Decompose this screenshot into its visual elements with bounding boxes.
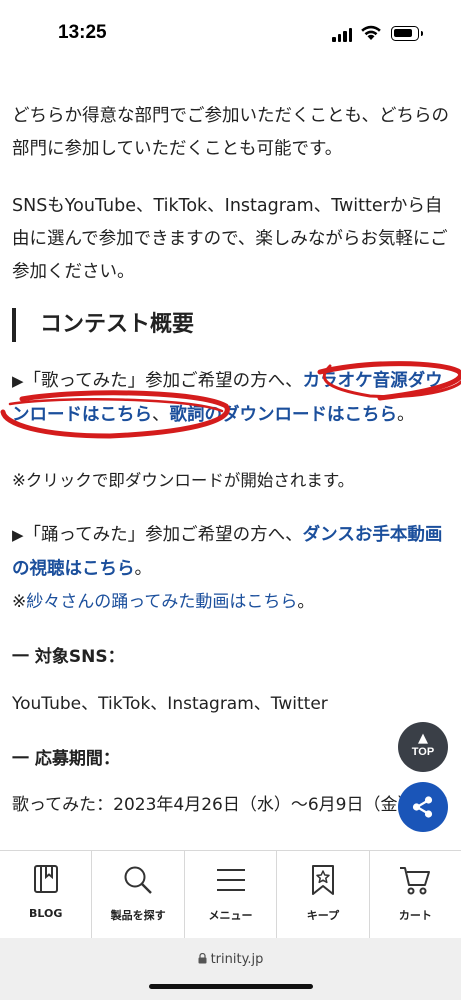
intro-paragraph-2: SNSもYouTube、TikTok、Instagram、Twitterから自由… bbox=[12, 196, 448, 282]
nav-label: 製品を探す bbox=[110, 909, 166, 922]
status-time: 13:25 bbox=[58, 22, 107, 43]
triangle-bullet-icon: ▶ bbox=[12, 372, 24, 390]
menu-icon bbox=[215, 863, 247, 897]
scroll-top-button[interactable]: ▲ TOP bbox=[398, 722, 448, 772]
dance-paragraph: ▶「踊ってみた」参加ご希望の方へ、ダンスお手本動画の視聴はこちら。 bbox=[12, 525, 443, 579]
search-icon bbox=[122, 863, 154, 897]
url-display[interactable]: trinity.jp bbox=[0, 952, 461, 967]
wifi-icon bbox=[361, 25, 381, 40]
target-sns-value: YouTube、TikTok、Instagram、Twitter bbox=[12, 694, 328, 714]
period-label: 一 応募期間： bbox=[12, 749, 120, 769]
nav-blog[interactable]: BLOG bbox=[0, 851, 93, 938]
bottom-navigation: BLOG 製品を探す メニュー キープ カート bbox=[0, 850, 461, 938]
status-bar: 13:25 bbox=[0, 0, 461, 66]
nav-search-products[interactable]: 製品を探す bbox=[92, 851, 185, 938]
nav-keep[interactable]: キープ bbox=[277, 851, 370, 938]
target-sns-label: 一 対象SNS： bbox=[12, 647, 125, 667]
triangle-bullet-icon: ▶ bbox=[12, 526, 24, 544]
nav-label: キープ bbox=[306, 909, 340, 922]
period-value: 歌ってみた：2023年4月26日（水）〜6月9日（金）まで bbox=[12, 795, 449, 815]
nav-label: メニュー bbox=[208, 909, 253, 922]
cart-icon bbox=[399, 863, 431, 897]
sasa-dance-video-link[interactable]: 紗々さんの踊ってみた動画はこちら bbox=[26, 592, 297, 612]
nav-menu[interactable]: メニュー bbox=[185, 851, 278, 938]
up-arrow-icon: ▲ bbox=[418, 731, 428, 746]
sing-prefix: 「歌ってみた」参加ご希望の方へ、 bbox=[23, 371, 303, 391]
article-content[interactable]: どちらか得意な部門でご参加いただくことも、どちらの部門に参加していただくことも可… bbox=[0, 66, 461, 850]
sing-paragraph: ▶「歌ってみた」参加ご希望の方へ、カラオケ音源ダウンロードはこちら、歌詞のダウン… bbox=[12, 371, 443, 425]
lyrics-download-link[interactable]: 歌詞のダウンロードはこちら bbox=[170, 405, 398, 425]
nav-cart[interactable]: カート bbox=[370, 851, 461, 938]
scroll-top-label: TOP bbox=[411, 746, 435, 758]
cellular-signal-icon bbox=[332, 28, 352, 42]
share-icon bbox=[412, 796, 433, 818]
nav-label: カート bbox=[398, 909, 432, 922]
home-indicator[interactable] bbox=[149, 984, 313, 989]
download-note: ※クリックで即ダウンロードが開始されます。 bbox=[12, 471, 355, 490]
dance-prefix: 「踊ってみた」参加ご希望の方へ、 bbox=[23, 525, 303, 545]
intro-paragraph-1: どちらか得意な部門でご参加いただくことも、どちらの部門に参加していただくことも可… bbox=[12, 106, 449, 159]
dance-note: ※紗々さんの踊ってみた動画はこちら。 bbox=[12, 592, 315, 612]
battery-icon bbox=[391, 26, 423, 41]
bookmark-star-icon bbox=[310, 863, 336, 897]
nav-label: BLOG bbox=[29, 907, 63, 920]
share-button[interactable] bbox=[398, 782, 448, 832]
book-icon bbox=[32, 863, 60, 897]
lock-icon bbox=[198, 952, 207, 964]
browser-url-bar[interactable]: trinity.jp bbox=[0, 938, 461, 1000]
url-text: trinity.jp bbox=[210, 952, 264, 967]
red-circle-annotation bbox=[0, 361, 461, 439]
section-heading: コンテスト概要 bbox=[12, 308, 194, 342]
